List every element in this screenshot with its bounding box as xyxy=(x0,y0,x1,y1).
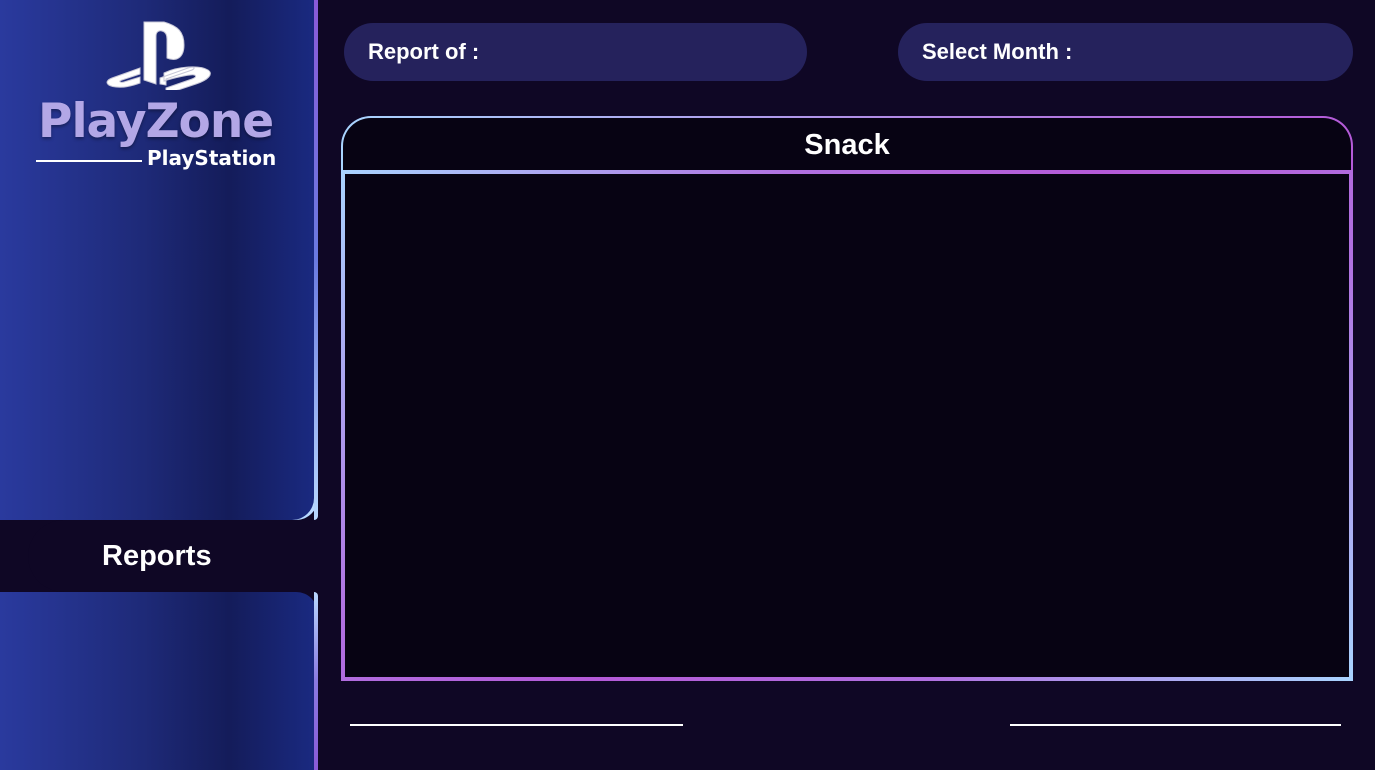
report-of-select[interactable]: Report of : xyxy=(344,23,807,81)
brand-divider xyxy=(36,160,142,162)
sidebar-bottom-panel xyxy=(0,592,318,770)
brand-title: PlayZone xyxy=(38,94,274,149)
select-month-select[interactable]: Select Month : xyxy=(898,23,1353,81)
report-panel-body xyxy=(341,170,1353,681)
footer-line-left xyxy=(350,724,683,726)
report-panel-title: Snack xyxy=(804,128,890,161)
playstation-logo-icon xyxy=(106,21,211,90)
report-of-label: Report of : xyxy=(368,39,480,64)
sidebar-item-reports[interactable]: Reports xyxy=(28,520,328,592)
app-window: PlayZone PlayStation Reports Report of :… xyxy=(0,0,1375,770)
report-panel-header: Snack xyxy=(341,116,1353,172)
sidebar-item-label: Reports xyxy=(102,539,212,572)
sidebar-top-panel: PlayZone PlayStation xyxy=(0,0,318,520)
footer-line-right xyxy=(1010,724,1341,726)
select-month-label: Select Month : xyxy=(922,39,1073,64)
brand-subtitle: PlayStation xyxy=(147,146,277,170)
